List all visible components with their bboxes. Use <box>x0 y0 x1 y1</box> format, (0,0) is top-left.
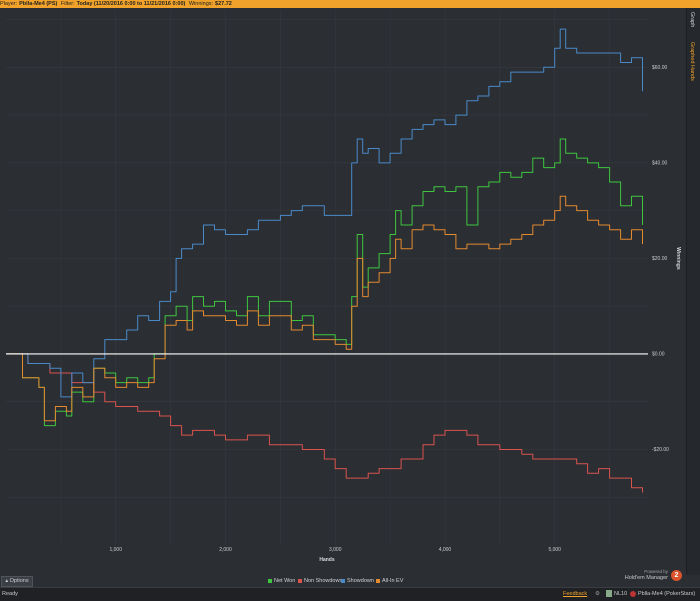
series-line-all-in-ev <box>6 195 643 422</box>
y-tick-label: -$20.00 <box>652 447 669 453</box>
hm2-logo-icon: 2 <box>671 570 682 581</box>
brand-name: Hold'em Manager <box>624 575 668 581</box>
x-tick-label: 4,000 <box>439 547 452 553</box>
options-label: Options <box>9 578 29 584</box>
graph-panel: 1,000 2,000 3,000 4,000 5,000 -$20.00 $0.00 $20… <box>0 8 686 575</box>
y-tick-label: $40.00 <box>652 160 668 166</box>
limit-icon <box>606 590 612 598</box>
player-name[interactable]: Pblla-Me4 (PS) <box>19 1 57 7</box>
legend-swatch <box>268 578 272 583</box>
x-tick-label: 5,000 <box>548 547 561 553</box>
pokerstars-icon <box>630 590 636 597</box>
legend-all-in-ev: All-In EV <box>376 578 403 585</box>
filter-header-bar: Player: Pblla-Me4 (PS) Filter: Today (11/2… <box>0 0 700 8</box>
x-tick-label: 1,000 <box>109 547 122 553</box>
winnings-value: $27.72 <box>215 1 232 7</box>
player-label: Player: <box>0 1 18 7</box>
legend-swatch <box>376 578 380 583</box>
winnings-chart: 1,000 2,000 3,000 4,000 5,000 -$20.00 $0.00 $20… <box>6 10 681 563</box>
filter-value[interactable]: Today (11/20/2016 0:00 to 11/21/2016 0:0… <box>77 1 186 7</box>
x-tick-label: 3,000 <box>329 547 342 553</box>
legend-label: Net Won <box>274 578 296 584</box>
x-axis-label: Hands <box>319 557 335 563</box>
gear-icon[interactable]: ⚙ <box>595 588 600 601</box>
filter-label: Filter: <box>60 1 75 7</box>
winnings-label: Winnings: <box>188 1 214 7</box>
legend-showdown: Showdown <box>341 578 374 585</box>
y-tick-label: $20.00 <box>652 256 668 262</box>
feedback-link[interactable]: Feedback <box>563 588 587 601</box>
status-bar: Ready Feedback ⚙ NL10 Pblla-Me4 (PokerSt… <box>0 587 700 601</box>
series-line-non-showdown <box>6 353 643 493</box>
side-tab-strip: Graph Graphed Hands <box>686 8 700 575</box>
legend-swatch <box>298 578 302 583</box>
player-indicator[interactable]: Pblla-Me4 (PokerStars) <box>630 588 695 601</box>
y-tick-label: $0.00 <box>652 351 665 357</box>
series-line-net-won <box>6 138 643 427</box>
series-line-showdown <box>6 28 643 398</box>
status-ready: Ready <box>2 591 18 597</box>
legend-non-showdown: Non Showdown <box>298 578 343 585</box>
x-tick-label: 2,000 <box>219 547 232 553</box>
tab-graphed-hands[interactable]: Graphed Hands <box>689 42 695 81</box>
limit-indicator[interactable]: NL10 <box>606 588 627 601</box>
options-button[interactable]: ▴ Options <box>1 576 33 587</box>
y-tick-label: $60.00 <box>652 65 668 71</box>
tab-graph[interactable]: Graph <box>689 12 695 27</box>
brand-powered-by: Powered by <box>644 569 668 574</box>
legend-label: Non Showdown <box>304 578 343 584</box>
legend-net-won: Net Won <box>268 578 295 585</box>
legend-label: Showdown <box>347 578 374 584</box>
y-axis-label: Winnings <box>675 247 681 270</box>
legend-swatch <box>341 578 345 583</box>
legend-label: All-In EV <box>382 578 404 584</box>
